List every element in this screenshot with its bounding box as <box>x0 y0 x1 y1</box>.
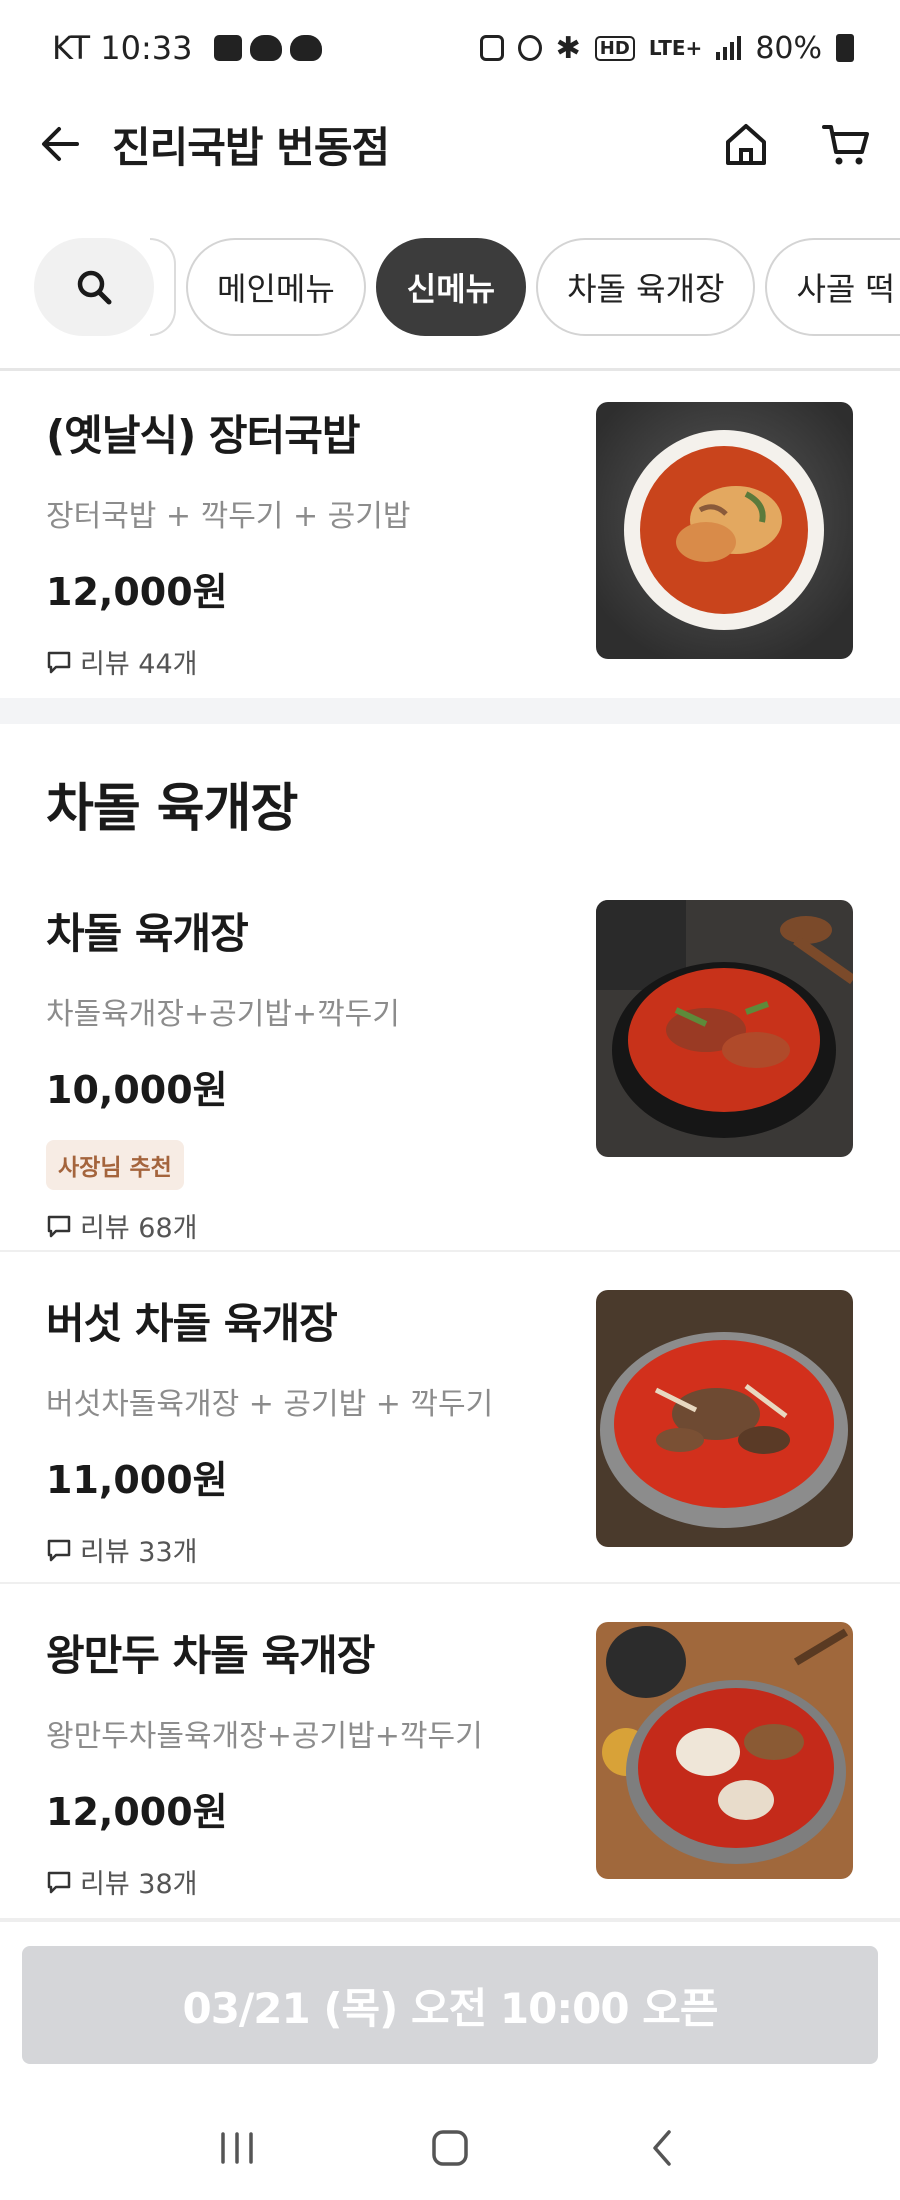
back-nav-icon[interactable] <box>633 2118 693 2178</box>
menu-item-description: 장터국밥 + 깍두기 + 공기밥 <box>46 499 411 534</box>
menu-item-jangteo-gukbap[interactable]: (옛날식) 장터국밥 장터국밥 + 깍두기 + 공기밥 12,000원 리뷰 4… <box>0 402 900 680</box>
category-tab-bar: 메인메뉴 신메뉴 차돌 육개장 사골 떡 만 <box>0 232 900 342</box>
menu-item-text: 왕만두 차돌 육개장 왕만두차돌육개장+공기밥+깍두기 12,000원 리뷰 3… <box>46 1622 566 1901</box>
review-count: 리뷰 44개 <box>80 649 198 680</box>
header-actions <box>720 118 872 170</box>
section-title: 차돌 육개장 <box>46 779 298 839</box>
tab-main-menu[interactable]: 메인메뉴 <box>186 238 366 336</box>
home-nav-icon[interactable] <box>420 2118 480 2178</box>
alarm-icon <box>517 35 542 61</box>
app-header: 진리국밥 번동점 <box>0 96 900 192</box>
menu-item-text: 차돌 육개장 차돌육개장+공기밥+깍두기 10,000원 사장님 추천 리뷰 6… <box>46 900 566 1245</box>
divider <box>0 368 900 371</box>
menu-item-description: 버섯차돌육개장 + 공기밥 + 깍두기 <box>46 1387 494 1422</box>
food-photo <box>596 402 853 659</box>
opening-time-button[interactable]: 03/21 (목) 오전 10:00 오픈 <box>22 1946 878 2064</box>
menu-item-review: 리뷰 68개 <box>46 1206 566 1245</box>
menu-item-price: 10,000원 <box>46 1068 228 1112</box>
menu-item-name: (옛날식) 장터국밥 <box>46 411 361 460</box>
menu-item-description: 왕만두차돌육개장+공기밥+깍두기 <box>46 1719 483 1754</box>
tab-chadol-yukgaejang[interactable]: 차돌 육개장 <box>536 238 756 336</box>
scroll-edge-fade <box>150 238 176 336</box>
bluetooth-icon: ✱ <box>555 30 581 66</box>
menu-item-chadol-yukgaejang[interactable]: 차돌 육개장 차돌육개장+공기밥+깍두기 10,000원 사장님 추천 리뷰 6… <box>0 900 900 1244</box>
lte-icon: LTE+ <box>648 36 703 60</box>
app-notification-icon <box>290 35 323 61</box>
status-right: ✱ HD LTE+ 80% <box>479 30 854 66</box>
battery-saver-icon <box>479 35 504 61</box>
speech-bubble-icon <box>46 1537 72 1563</box>
divider <box>0 1250 900 1252</box>
speech-bubble-icon <box>46 649 72 675</box>
home-icon[interactable] <box>720 118 772 170</box>
section-separator <box>0 698 900 724</box>
menu-item-review: 리뷰 38개 <box>46 1862 566 1901</box>
menu-item-name: 차돌 육개장 <box>46 909 249 958</box>
review-count: 리뷰 68개 <box>80 1213 198 1244</box>
tab-sagol-tteok-mandu[interactable]: 사골 떡 만 <box>765 238 900 336</box>
food-photo <box>596 1622 853 1879</box>
status-left: KT 10:33 <box>52 29 323 67</box>
menu-item-price: 11,000원 <box>46 1458 228 1502</box>
food-photo <box>596 900 853 1157</box>
carrier-time: KT 10:33 <box>52 29 193 67</box>
menu-item-price: 12,000원 <box>46 1790 228 1834</box>
status-bar: KT 10:33 ✱ HD LTE+ 80% <box>0 0 900 96</box>
search-icon <box>77 270 112 305</box>
menu-item-text: 버섯 차돌 육개장 버섯차돌육개장 + 공기밥 + 깍두기 11,000원 리뷰… <box>46 1290 566 1569</box>
divider <box>0 1918 900 1922</box>
menu-item-price: 12,000원 <box>46 570 228 614</box>
review-count: 리뷰 38개 <box>80 1869 198 1900</box>
menu-item-description: 차돌육개장+공기밥+깍두기 <box>46 997 400 1032</box>
recent-apps-icon[interactable] <box>207 2118 267 2178</box>
page-title: 진리국밥 번동점 <box>112 122 390 172</box>
battery-level: 80% <box>755 30 822 66</box>
speech-bubble-icon <box>46 1213 72 1239</box>
owner-recommend-badge: 사장님 추천 <box>46 1140 184 1190</box>
tab-new-menu[interactable]: 신메뉴 <box>375 238 527 336</box>
review-count: 리뷰 33개 <box>80 1537 198 1568</box>
cart-icon[interactable] <box>820 118 872 170</box>
menu-item-mushroom-chadol-yukgaejang[interactable]: 버섯 차돌 육개장 버섯차돌육개장 + 공기밥 + 깍두기 11,000원 리뷰… <box>0 1290 900 1568</box>
notification-icons <box>214 35 323 61</box>
hd-icon: HD <box>594 35 635 61</box>
menu-item-text: (옛날식) 장터국밥 장터국밥 + 깍두기 + 공기밥 12,000원 리뷰 4… <box>46 402 566 681</box>
menu-item-wangmandu-chadol-yukgaejang[interactable]: 왕만두 차돌 육개장 왕만두차돌육개장+공기밥+깍두기 12,000원 리뷰 3… <box>0 1622 900 1900</box>
menu-item-review: 리뷰 33개 <box>46 1530 566 1569</box>
menu-item-name: 왕만두 차돌 육개장 <box>46 1631 375 1680</box>
gallery-icon <box>214 35 243 61</box>
battery-icon <box>836 34 854 62</box>
menu-item-name: 버섯 차돌 육개장 <box>46 1299 338 1348</box>
divider <box>0 1582 900 1584</box>
back-arrow-icon[interactable] <box>36 120 84 168</box>
app-notification-icon <box>250 35 283 61</box>
category-chips: 메인메뉴 신메뉴 차돌 육개장 사골 떡 만 <box>186 238 900 336</box>
menu-item-review: 리뷰 44개 <box>46 642 566 681</box>
food-photo <box>596 1290 853 1547</box>
system-nav-bar <box>0 2096 900 2200</box>
signal-icon <box>716 36 742 60</box>
speech-bubble-icon <box>46 1869 72 1895</box>
menu-search-button[interactable] <box>34 238 154 336</box>
